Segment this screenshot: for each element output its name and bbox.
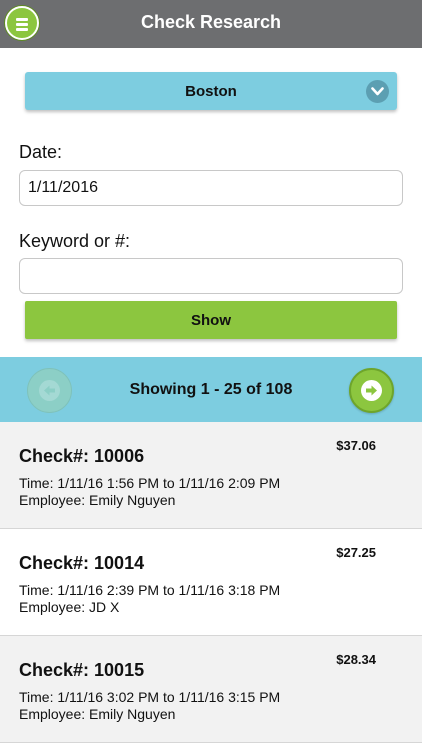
- check-employee: Employee: Emily Nguyen: [19, 492, 176, 508]
- date-field[interactable]: 1/11/2016: [19, 170, 403, 206]
- check-time: Time: 1/11/16 3:02 PM to 1/11/16 3:15 PM: [19, 689, 281, 705]
- check-list-item[interactable]: Check#: 10015 $28.34 Time: 1/11/16 3:02 …: [0, 636, 422, 743]
- check-employee: Employee: JD X: [19, 599, 120, 615]
- date-label: Date:: [19, 142, 63, 162]
- check-number: Check#: 10006: [19, 446, 145, 466]
- next-page-button[interactable]: [349, 368, 394, 413]
- check-number: Check#: 10014: [19, 553, 145, 573]
- location-dropdown[interactable]: Boston: [25, 72, 397, 110]
- check-amount: $37.06: [336, 438, 376, 453]
- show-button[interactable]: Show: [25, 301, 397, 339]
- check-amount: $28.34: [336, 652, 376, 667]
- check-amount: $27.25: [336, 545, 376, 560]
- check-time: Time: 1/11/16 1:56 PM to 1/11/16 2:09 PM: [19, 475, 281, 491]
- check-list-item[interactable]: Check#: 10006 $37.06 Time: 1/11/16 1:56 …: [0, 422, 422, 529]
- chevron-down-icon[interactable]: [366, 80, 389, 103]
- check-list: Check#: 10006 $37.06 Time: 1/11/16 1:56 …: [0, 422, 422, 743]
- arrow-right-icon: [361, 380, 382, 401]
- keyword-field[interactable]: [19, 258, 403, 294]
- check-number: Check#: 10015: [19, 660, 145, 680]
- keyword-label: Keyword or #:: [19, 231, 131, 251]
- check-employee: Employee: Emily Nguyen: [19, 706, 176, 722]
- check-time: Time: 1/11/16 2:39 PM to 1/11/16 3:18 PM: [19, 582, 281, 598]
- app-header: Check Research: [0, 0, 422, 48]
- pager-bar: Showing 1 - 25 of 108: [0, 357, 422, 422]
- page-title: Check Research: [140, 12, 282, 32]
- location-selected-value: Boston: [185, 83, 237, 100]
- check-list-item[interactable]: Check#: 10014 $27.25 Time: 1/11/16 2:39 …: [0, 529, 422, 636]
